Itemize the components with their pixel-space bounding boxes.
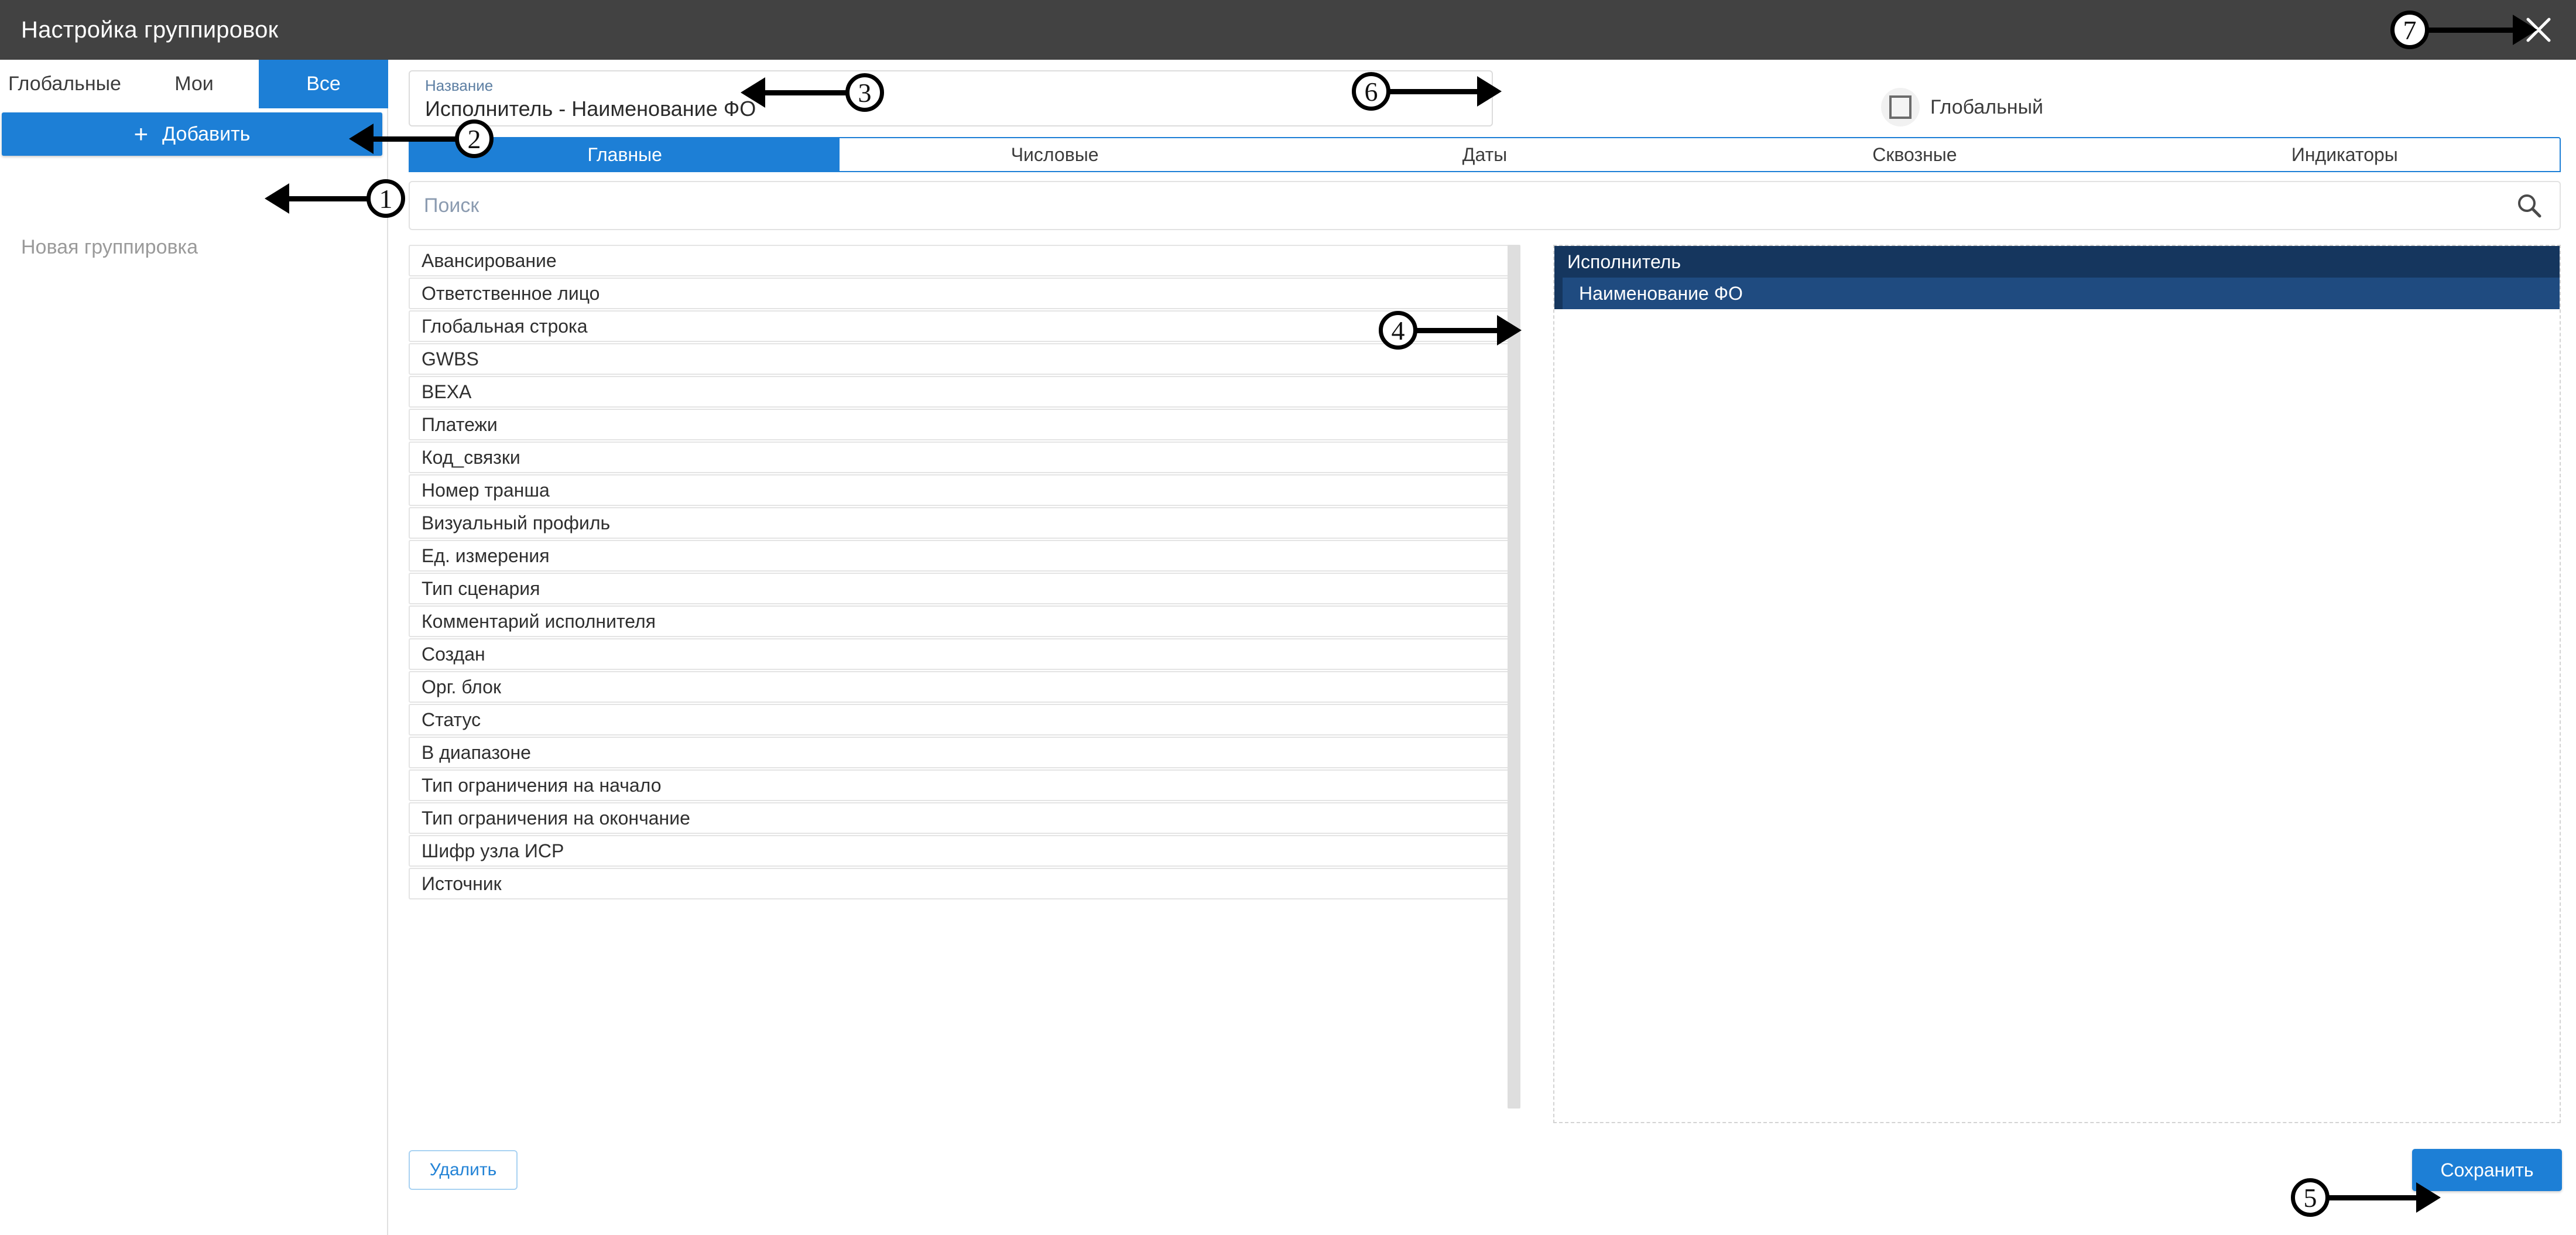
search-input[interactable] [424, 194, 2513, 217]
grouping-name-field[interactable]: Название Исполнитель - Наименование ФО [409, 70, 1493, 126]
save-button[interactable]: Сохранить [2412, 1149, 2562, 1191]
add-grouping-label: Добавить [162, 122, 251, 145]
content-area: Название Исполнитель - Наименование ФО Г… [389, 60, 2576, 1235]
tab-dates[interactable]: Даты [1270, 138, 1700, 171]
dialog-window: Настройка группировок Глобальные Мои Все… [0, 0, 2576, 1235]
window-title: Настройка группировок [21, 16, 279, 43]
available-field-item[interactable]: Код_связки [409, 442, 1518, 473]
available-field-item[interactable]: Ед. измерения [409, 540, 1518, 572]
available-field-item[interactable]: Тип ограничения на окончание [409, 802, 1518, 834]
search-icon[interactable] [2513, 189, 2546, 222]
available-field-item[interactable]: GWBS [409, 343, 1518, 375]
field-category-tabs: Главные Числовые Даты Сквозные Индикатор… [409, 137, 2561, 172]
title-bar: Настройка группировок [0, 0, 2576, 60]
field-transfer-lists: Авансирование Ответственное лицо Глобальна… [409, 245, 2561, 1123]
selected-fields-list: Исполнитель Наименование ФО [1554, 246, 2560, 309]
global-checkbox-hitarea[interactable] [1881, 88, 1920, 126]
tab-indicators[interactable]: Индикаторы [2130, 138, 2560, 171]
available-field-item[interactable]: Авансирование [409, 245, 1518, 276]
available-field-item[interactable]: Номер транша [409, 474, 1518, 506]
available-fields-panel: Авансирование Ответственное лицо Глобальна… [409, 245, 1536, 1123]
available-field-item[interactable]: Глобальная строка [409, 310, 1518, 342]
grouping-list-item-label: Новая группировка [21, 235, 198, 258]
tab-numeric[interactable]: Числовые [840, 138, 1269, 171]
available-field-item[interactable]: Источник [409, 868, 1518, 899]
tab-main[interactable]: Главные [410, 138, 840, 171]
available-field-item[interactable]: Тип ограничения на начало [409, 769, 1518, 801]
grouping-list-item[interactable]: Новая группировка [0, 230, 388, 265]
available-field-item[interactable]: Комментарий исполнителя [409, 605, 1518, 637]
add-grouping-button[interactable]: + Добавить [2, 112, 382, 156]
tab-crosscutting[interactable]: Сквозные [1700, 138, 2129, 171]
selected-field-item[interactable]: Исполнитель [1554, 246, 2560, 278]
scope-filter-tabs: Глобальные Мои Все [0, 60, 388, 108]
grouping-name-value: Исполнитель - Наименование ФО [425, 96, 756, 121]
delete-button[interactable]: Удалить [409, 1150, 518, 1190]
available-field-item[interactable]: Тип сценария [409, 573, 1518, 604]
close-icon[interactable] [2517, 9, 2560, 51]
scope-tab-all[interactable]: Все [259, 60, 388, 108]
available-field-item[interactable]: Ответственное лицо [409, 278, 1518, 309]
selected-field-item[interactable]: Наименование ФО [1554, 278, 2560, 309]
scope-tab-mine[interactable]: Мои [129, 60, 259, 108]
plus-icon: + [133, 120, 149, 148]
available-field-item[interactable]: Создан [409, 638, 1518, 670]
available-field-item[interactable]: ВЕХА [409, 376, 1518, 408]
selected-fields-panel: Исполнитель Наименование ФО [1553, 245, 2561, 1123]
available-field-item[interactable]: Платежи [409, 409, 1518, 440]
available-field-item[interactable]: Визуальный профиль [409, 507, 1518, 539]
global-checkbox-label: Глобальный [1930, 95, 2043, 118]
available-field-item[interactable]: В диапазоне [409, 737, 1518, 768]
available-fields-list: Авансирование Ответственное лицо Глобальна… [409, 245, 1518, 901]
available-field-item[interactable]: Статус [409, 704, 1518, 735]
search-bar [409, 181, 2561, 230]
sidebar: Глобальные Мои Все + Добавить Новая груп… [0, 60, 388, 1235]
available-field-item[interactable]: Шифр узла ИСР [409, 835, 1518, 867]
available-field-item[interactable]: Орг. блок [409, 671, 1518, 703]
scope-tab-global[interactable]: Глобальные [0, 60, 129, 108]
global-checkbox[interactable]: Глобальный [1881, 88, 2043, 126]
checkbox-unchecked-icon [1889, 95, 1912, 119]
grouping-name-label: Название [425, 77, 494, 94]
available-fields-scrollbar[interactable] [1508, 245, 1520, 1109]
